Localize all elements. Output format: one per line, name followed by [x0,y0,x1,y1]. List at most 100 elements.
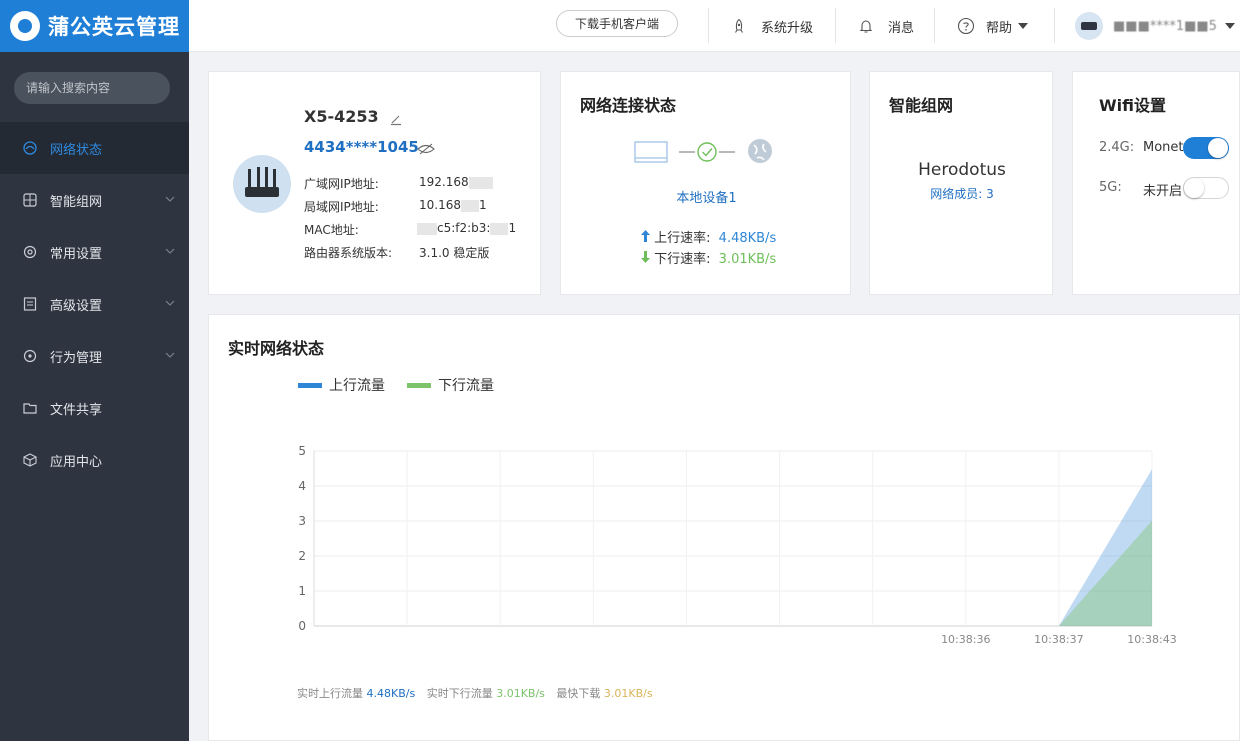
stats-up-label: 实时上行流量 [297,687,363,700]
sidebar: 蒲公英云管理 网络状态 智能组网 常用设置 高级设置 行为管理 文件共享 应用中… [0,0,189,741]
arrow-up-icon [641,230,650,242]
sidebar-item-behavior-management[interactable]: 行为管理 [0,330,189,382]
wifi-settings-title: Wifi设置 [1099,96,1166,115]
wifi-5g-toggle[interactable] [1183,177,1229,199]
connection-status-card: 网络连接状态 本地设备1 上行速率: 4.48KB/s 下行速率: 3.01KB… [560,71,851,295]
mesh-network-name[interactable]: Herodotus [870,160,1054,180]
avatar [1075,12,1103,40]
masked-value: x [417,222,437,235]
lan-ip-value: 10.168 [419,198,461,212]
lan-ip-row: 局域网IP地址: 10.168x1 [304,198,487,215]
y-tick-label: 3 [298,514,306,528]
mesh-members-label: 网络成员: [930,187,983,201]
rocket-icon [735,18,743,33]
masked-value: x [468,176,493,189]
firmware-row: 路由器系统版本: 3.1.0 稳定版 [304,244,489,261]
y-tick-label: 1 [298,584,306,598]
edit-pencil-icon[interactable] [389,112,403,126]
top-header: 下载手机客户端 系统升级 消息 帮助 ■■■****1■■5 [189,0,1240,52]
smart-mesh-card: 智能组网 Herodotus 网络成员: 3 [869,71,1053,295]
series-area-1 [314,520,1152,626]
mac-suffix: 1 [508,221,517,235]
user-account-dropdown[interactable]: ■■■****1■■5 [1075,0,1235,52]
mesh-members-count: 3 [986,187,994,201]
eye-hidden-icon[interactable] [417,142,435,156]
sidebar-item-label: 行为管理 [50,350,103,366]
sidebar-item-file-sharing[interactable]: 文件共享 [0,382,189,434]
firmware-value: 3.1.0 稳定版 [419,246,490,260]
stats-up-value: 4.48KB/s [366,687,416,700]
lan-ip-label: 局域网IP地址: [304,200,379,214]
app-logo[interactable]: 蒲公英云管理 [0,0,189,52]
x-tick-label: 10:38:36 [941,633,990,646]
cube-icon [23,453,37,467]
wifi-5g-ssid: 未开启 [1143,184,1183,199]
download-app-button[interactable]: 下载手机客户端 [556,10,679,37]
series-area-0 [314,469,1152,626]
y-tick-label: 5 [298,444,306,458]
masked-value: x [461,199,479,212]
wifi-24g-toggle[interactable] [1183,137,1229,159]
behavior-icon [23,349,37,363]
mesh-icon [23,193,37,207]
stats-down-value: 3.01KB/s [496,687,545,700]
sidebar-item-label: 文件共享 [50,402,103,418]
sidebar-item-common-settings[interactable]: 常用设置 [0,226,189,278]
system-upgrade-button[interactable]: 系统升级 [731,0,813,52]
sidebar-item-advanced-settings[interactable]: 高级设置 [0,278,189,330]
upload-rate-label: 上行速率: [654,231,711,246]
help-label: 帮助 [986,20,1013,36]
wan-ip-value: 192.168 [419,175,469,189]
bell-icon [859,20,873,33]
globe-icon [748,139,772,163]
masked-value: x [490,222,509,235]
app-title: 蒲公英云管理 [48,15,180,39]
sidebar-item-label: 智能组网 [50,194,103,210]
stats-max-label: 最快下载 [556,687,601,700]
traffic-chart: 0 1 2 3 4 5 10:38:36 10:38:37 10:38:43 [298,444,1176,646]
stats-max-value: 3.01KB/s [603,687,653,700]
upload-rate-value: 4.48KB/s [718,231,777,246]
router-device-image [233,155,291,213]
sidebar-item-app-center[interactable]: 应用中心 [0,434,189,486]
search-input[interactable] [26,81,176,95]
sidebar-search [14,72,176,104]
stats-down-label: 实时下行流量 [426,687,493,700]
wifi-settings-card: Wifi设置 2.4G: Monet 5G: 未开启 [1072,71,1240,295]
wifi-24g-label: 2.4G: [1099,140,1135,155]
document-icon [23,297,37,311]
realtime-stats: 实时上行流量 4.48KB/s 实时下行流量 3.01KB/s 最快下载 3.0… [297,685,653,701]
y-tick-label: 2 [298,549,306,563]
router-icon [634,141,668,163]
sidebar-item-label: 常用设置 [50,246,103,262]
settings-icon [23,245,37,259]
help-dropdown[interactable]: 帮助 [957,0,1029,52]
chevron-down-icon [165,352,175,358]
wifi-24g-ssid: Monet [1143,140,1184,155]
device-info-card: X5-4253 4434****1045 广域网IP地址: 192.168x 局… [208,71,541,295]
download-rate-value: 3.01KB/s [718,252,777,267]
sidebar-item-label: 高级设置 [50,298,103,314]
lan-ip-suffix: 1 [479,198,487,212]
arrow-down-icon [641,251,650,263]
local-device-link[interactable]: 本地设备1 [561,187,852,206]
wan-ip-row: 广域网IP地址: 192.168x [304,175,493,192]
chevron-down-icon [165,196,175,202]
sidebar-item-network-status[interactable]: 网络状态 [0,122,189,174]
smart-mesh-title: 智能组网 [889,96,954,115]
mac-value: c5:f2:b3: [437,221,491,235]
chevron-down-icon [165,248,175,254]
check-circle-icon [697,142,717,162]
sidebar-item-label: 应用中心 [50,454,103,470]
wan-ip-label: 广域网IP地址: [304,177,379,191]
messages-button[interactable]: 消息 [858,0,914,52]
upload-rate-row: 上行速率: 4.48KB/s [641,227,776,246]
download-rate-label: 下行速率: [654,252,711,267]
connection-status-title: 网络连接状态 [580,96,677,115]
y-tick-label: 4 [298,479,306,493]
chevron-down-icon [165,300,175,306]
device-name: X5-4253 [304,107,379,126]
caret-down-icon [1224,23,1235,29]
caret-down-icon [1018,23,1029,29]
sidebar-item-smart-mesh[interactable]: 智能组网 [0,174,189,226]
